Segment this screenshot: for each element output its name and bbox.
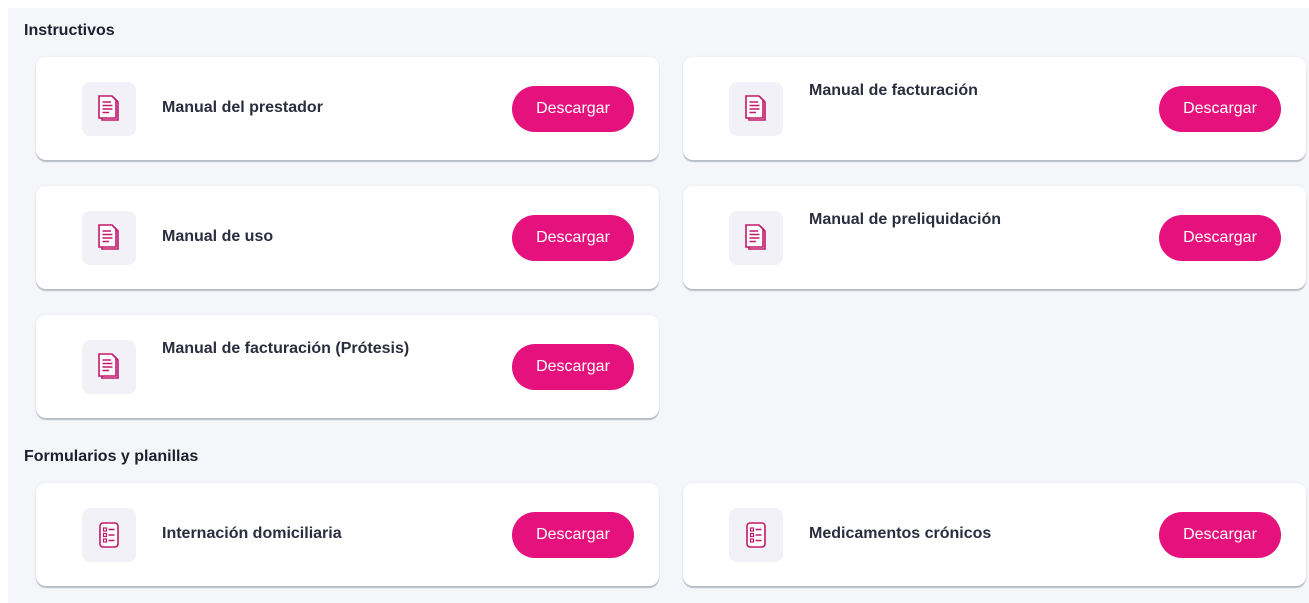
card-title: Medicamentos crónicos [809, 525, 992, 542]
section-title-instructivos: Instructivos [24, 22, 115, 39]
document-icon [82, 211, 136, 265]
card-manual-de-facturacion: Manual de facturación Descargar [683, 57, 1306, 160]
card-manual-de-preliquidacion: Manual de preliquidación Descargar [683, 186, 1306, 289]
card-manual-de-uso: Manual de uso Descargar [36, 186, 659, 289]
document-icon [82, 82, 136, 136]
checklist-icon [82, 508, 136, 562]
document-icon [82, 340, 136, 394]
card-manual-de-facturacion-protesis: Manual de facturación (Prótesis) Descarg… [36, 315, 659, 418]
section-title-formularios: Formularios y planillas [24, 448, 199, 465]
card-medicamentos-cronicos: Medicamentos crónicos Descargar [683, 483, 1306, 586]
card-manual-del-prestador: Manual del prestador Descargar [36, 57, 659, 160]
download-button[interactable]: Descargar [512, 512, 634, 558]
download-button[interactable]: Descargar [1159, 215, 1281, 261]
download-button[interactable]: Descargar [1159, 512, 1281, 558]
card-title: Manual de preliquidación [809, 211, 1002, 228]
document-icon [729, 82, 783, 136]
download-button[interactable]: Descargar [512, 344, 634, 390]
card-title: Manual de facturación (Prótesis) [162, 340, 410, 357]
card-title: Manual de facturación [809, 82, 978, 99]
download-button[interactable]: Descargar [1159, 86, 1281, 132]
download-button[interactable]: Descargar [512, 86, 634, 132]
download-button[interactable]: Descargar [512, 215, 634, 261]
card-internacion-domiciliaria: Internación domiciliaria Descargar [36, 483, 659, 586]
downloads-panel: Instructivos Manual del prestador Descar… [8, 8, 1309, 603]
document-icon [729, 211, 783, 265]
card-title: Manual de uso [162, 228, 274, 245]
checklist-icon [729, 508, 783, 562]
card-title: Internación domiciliaria [162, 525, 342, 542]
card-title: Manual del prestador [162, 99, 323, 116]
